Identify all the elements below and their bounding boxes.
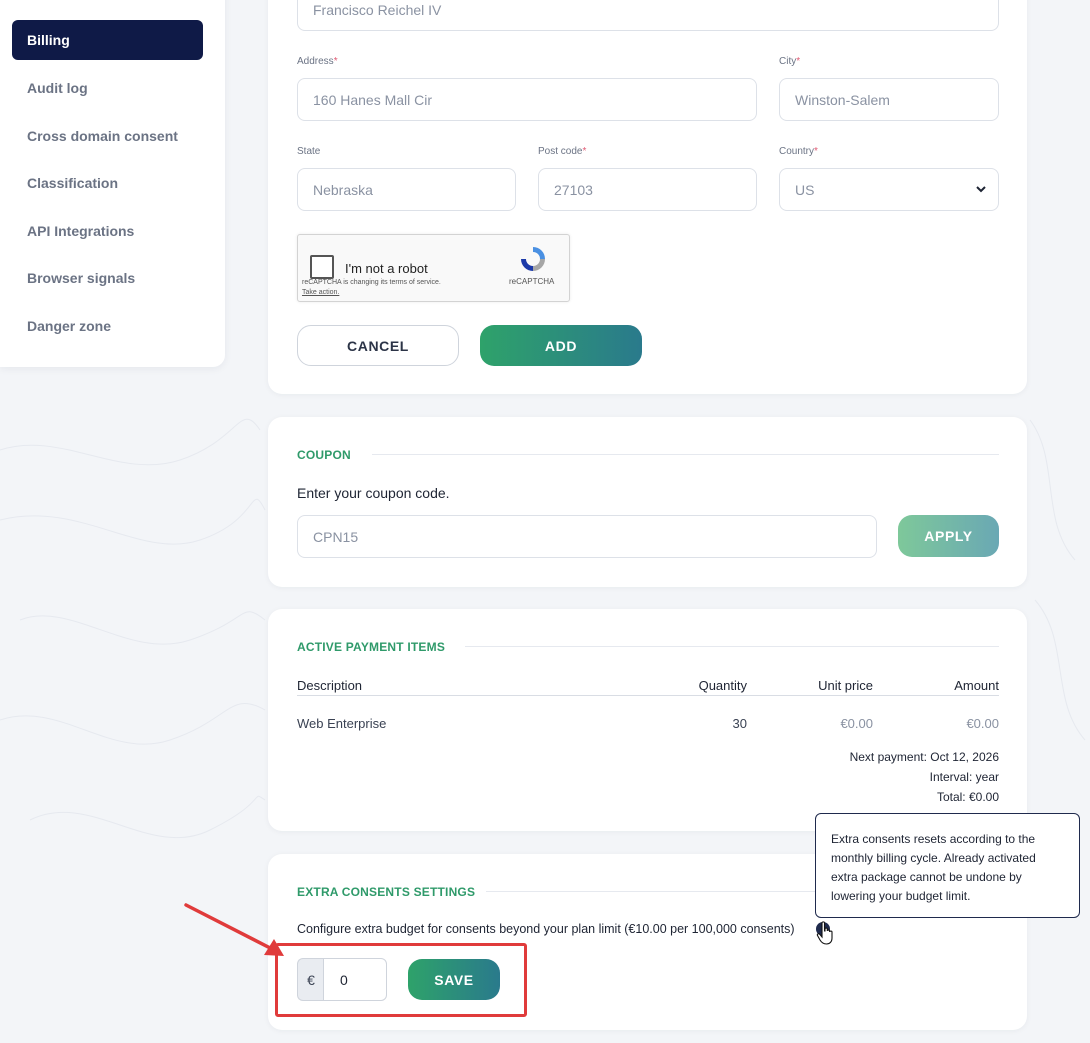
extra-consents-description: Configure extra budget for consents beyo…	[297, 922, 795, 936]
postcode-field[interactable]: 27103	[538, 168, 757, 211]
sidebar-item-label: Audit log	[27, 80, 88, 96]
coupon-prompt: Enter your coupon code.	[297, 485, 450, 501]
row-amount: €0.00	[966, 716, 999, 731]
extra-budget-value: 0	[340, 971, 348, 988]
postcode-field-value: 27103	[554, 181, 593, 198]
next-payment-date: Next payment: Oct 12, 2026	[849, 750, 999, 764]
save-button-label: SAVE	[434, 971, 474, 988]
payment-items-section-title: ACTIVE PAYMENT ITEMS	[297, 640, 446, 654]
billing-interval: Interval: year	[929, 770, 999, 784]
sidebar-item-label: Cross domain consent	[27, 128, 178, 144]
row-description: Web Enterprise	[297, 716, 387, 731]
state-field-value: Nebraska	[313, 181, 373, 198]
sidebar-item-api-integrations[interactable]: API Integrations	[12, 211, 203, 251]
sidebar-item-cross-domain-consent[interactable]: Cross domain consent	[12, 116, 203, 156]
active-payment-items-card: ACTIVE PAYMENT ITEMS Description Quantit…	[268, 609, 1027, 831]
column-header-quantity: Quantity	[698, 678, 747, 693]
sidebar-item-label: Danger zone	[27, 318, 112, 334]
postcode-label: Post code*	[538, 146, 587, 157]
city-field[interactable]: Winston-Salem	[779, 78, 999, 121]
state-field[interactable]: Nebraska	[297, 168, 516, 211]
sidebar-item-label: Classification	[27, 175, 119, 191]
state-label: State	[297, 146, 321, 157]
name-field-value: Francisco Reichel IV	[313, 1, 442, 18]
section-divider	[372, 454, 999, 455]
column-header-description: Description	[297, 678, 363, 693]
sidebar-item-billing[interactable]: Billing	[12, 20, 203, 60]
apply-coupon-button[interactable]: APPLY	[898, 515, 999, 557]
recaptcha-logo-icon	[521, 247, 545, 271]
recaptcha-terms-note: reCAPTCHA is changing its terms of servi…	[302, 279, 441, 286]
coupon-input-placeholder: CPN15	[313, 528, 359, 545]
recaptcha-take-action-link[interactable]: Take action.	[302, 289, 339, 296]
info-icon[interactable]	[816, 922, 830, 936]
sidebar-item-danger-zone[interactable]: Danger zone	[12, 306, 203, 346]
row-unit-price: €0.00	[840, 716, 873, 731]
settings-sidebar: Billing Audit log Cross domain consent C…	[0, 0, 225, 367]
sidebar-item-label: Billing	[27, 32, 70, 48]
add-button[interactable]: ADD	[480, 325, 642, 366]
recaptcha-widget: I'm not a robot reCAPTCHA is changing it…	[297, 234, 570, 302]
extra-budget-input[interactable]: 0	[323, 958, 387, 1001]
coupon-card: COUPON Enter your coupon code. CPN15 APP…	[268, 417, 1027, 587]
payment-total: Total: €0.00	[936, 790, 999, 804]
recaptcha-brand: reCAPTCHA	[509, 277, 555, 286]
address-field[interactable]: 160 Hanes Mall Cir	[297, 78, 757, 121]
address-label: Address*	[297, 56, 338, 67]
extra-consents-section-title: EXTRA CONSENTS SETTINGS	[297, 885, 476, 899]
save-button[interactable]: SAVE	[408, 959, 500, 1000]
country-select[interactable]: US	[779, 168, 999, 211]
sidebar-item-classification[interactable]: Classification	[12, 163, 203, 203]
column-header-amount: Amount	[954, 678, 999, 693]
table-header-divider	[297, 695, 999, 696]
recaptcha-checkbox[interactable]	[310, 255, 334, 279]
billing-address-card: Francisco Reichel IV Address* 160 Hanes …	[268, 0, 1027, 394]
coupon-input[interactable]: CPN15	[297, 515, 877, 558]
country-select-value: US	[795, 181, 815, 198]
cancel-button[interactable]: CANCEL	[297, 325, 459, 366]
city-label: City*	[779, 56, 801, 67]
sidebar-item-label: Browser signals	[27, 270, 136, 286]
row-quantity: 30	[732, 716, 747, 731]
add-button-label: ADD	[544, 337, 578, 354]
cancel-button-label: CANCEL	[347, 337, 409, 354]
section-divider	[465, 646, 999, 647]
apply-button-label: APPLY	[924, 528, 973, 544]
address-field-value: 160 Hanes Mall Cir	[313, 91, 433, 108]
currency-addon: €	[297, 958, 324, 1001]
coupon-section-title: COUPON	[297, 448, 351, 462]
chevron-down-icon	[976, 186, 986, 193]
name-field[interactable]: Francisco Reichel IV	[297, 0, 999, 31]
city-field-value: Winston-Salem	[795, 91, 890, 108]
extra-consents-tooltip: Extra consents resets according to the m…	[815, 813, 1080, 918]
sidebar-item-audit-log[interactable]: Audit log	[12, 68, 203, 108]
sidebar-item-browser-signals[interactable]: Browser signals	[12, 258, 203, 298]
recaptcha-label: I'm not a robot	[345, 261, 428, 276]
sidebar-item-label: API Integrations	[27, 223, 135, 239]
column-header-unit-price: Unit price	[818, 678, 873, 693]
country-label: Country*	[779, 146, 818, 157]
